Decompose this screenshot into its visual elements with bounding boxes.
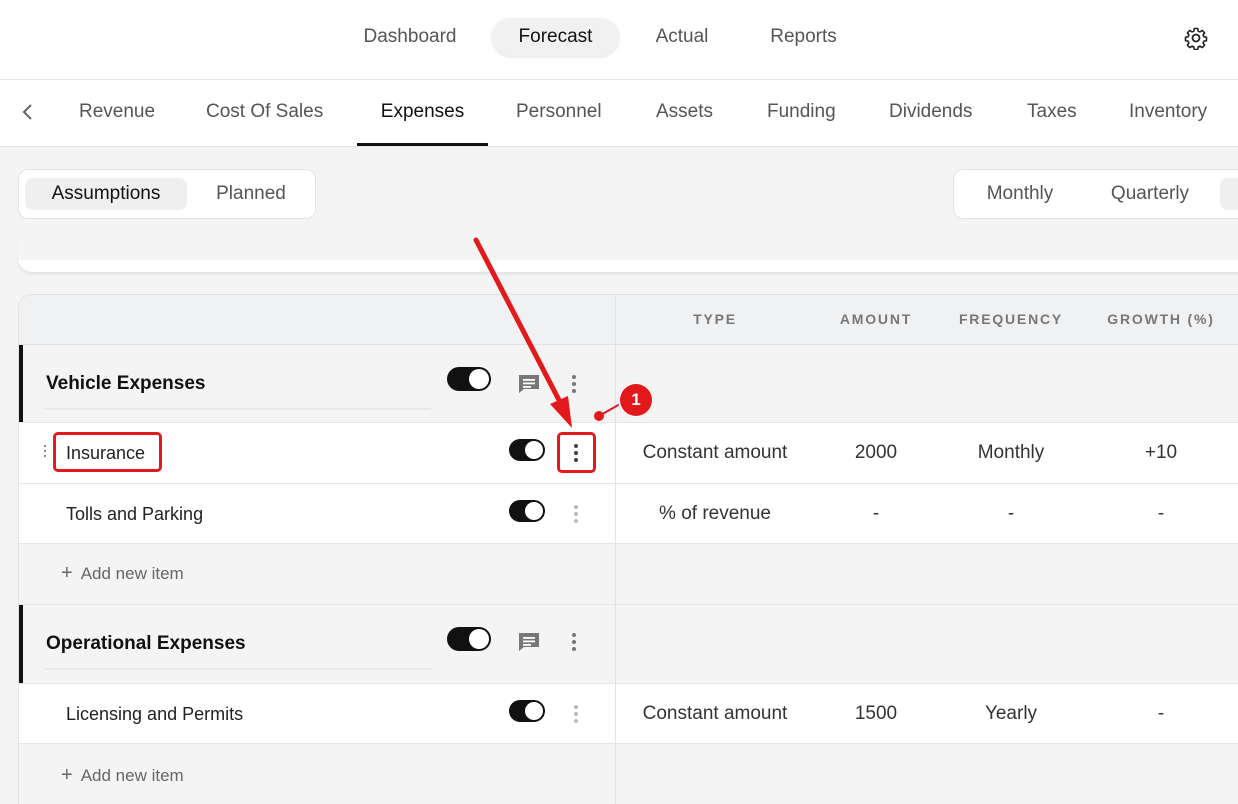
tab-actual[interactable]: Actual bbox=[640, 18, 724, 56]
period-toggle: Monthly Quarterly bbox=[953, 169, 1238, 219]
plus-icon: + bbox=[61, 562, 73, 584]
item-amount[interactable]: - bbox=[819, 503, 933, 525]
comment-icon[interactable] bbox=[517, 373, 541, 395]
toggle-quarterly[interactable]: Quarterly bbox=[1094, 178, 1206, 210]
item-amount[interactable]: 1500 bbox=[819, 703, 933, 725]
highlight-item-menu bbox=[557, 432, 596, 473]
column-amount: AMOUNT bbox=[839, 311, 913, 327]
item-growth[interactable]: - bbox=[1099, 503, 1223, 525]
toggle-more-option[interactable] bbox=[1220, 178, 1238, 210]
column-type: TYPE bbox=[693, 311, 737, 327]
item-frequency[interactable]: - bbox=[949, 503, 1073, 525]
step-badge: 1 bbox=[618, 382, 654, 418]
group-menu-icon[interactable] bbox=[564, 631, 584, 653]
group-indicator bbox=[19, 345, 23, 422]
toggle-planned[interactable]: Planned bbox=[197, 178, 305, 210]
group-toggle[interactable] bbox=[447, 367, 491, 391]
chevron-left-icon[interactable] bbox=[18, 100, 38, 124]
tab-personnel[interactable]: Personnel bbox=[516, 80, 602, 146]
group-name[interactable]: Vehicle Expenses bbox=[46, 373, 206, 395]
tab-expenses[interactable]: Expenses bbox=[357, 80, 488, 146]
tab-funding[interactable]: Funding bbox=[767, 80, 836, 146]
group-menu-icon[interactable] bbox=[564, 373, 584, 395]
add-new-item-label: Add new item bbox=[80, 564, 184, 583]
drag-handle-icon[interactable] bbox=[44, 445, 50, 461]
tab-inventory[interactable]: Inventory bbox=[1129, 80, 1207, 146]
item-growth[interactable]: - bbox=[1099, 703, 1223, 725]
item-frequency[interactable]: Yearly bbox=[949, 703, 1073, 725]
item-type[interactable]: Constant amount bbox=[629, 703, 801, 725]
section-tabs: Revenue Cost Of Sales Expenses Personnel… bbox=[0, 80, 1238, 147]
top-navigation: Dashboard Forecast Actual Reports bbox=[0, 0, 1238, 80]
item-growth[interactable]: +10 bbox=[1099, 442, 1223, 464]
add-item-row: + Add new item bbox=[19, 544, 1238, 605]
table-row[interactable]: Insurance Constant amount 2000 Monthly +… bbox=[19, 423, 1238, 484]
table-header: TYPE AMOUNT FREQUENCY GROWTH (%) bbox=[19, 295, 1238, 345]
add-new-item-label: Add new item bbox=[80, 766, 184, 785]
card-edge-cover bbox=[18, 234, 1238, 260]
annotation-dot bbox=[594, 411, 604, 421]
group-indicator bbox=[19, 605, 23, 683]
highlight-insurance bbox=[53, 432, 162, 472]
table-row[interactable]: Tolls and Parking % of revenue - - - bbox=[19, 484, 1238, 544]
expenses-table: TYPE AMOUNT FREQUENCY GROWTH (%) Vehicle… bbox=[18, 294, 1238, 804]
item-amount[interactable]: 2000 bbox=[819, 442, 933, 464]
column-frequency: FREQUENCY bbox=[958, 311, 1064, 327]
item-type[interactable]: % of revenue bbox=[629, 503, 801, 525]
add-item-row: + Add new item bbox=[19, 744, 1238, 804]
toggle-monthly[interactable]: Monthly bbox=[968, 178, 1072, 210]
tab-reports[interactable]: Reports bbox=[756, 18, 851, 56]
item-menu-icon[interactable] bbox=[566, 703, 586, 725]
tab-revenue[interactable]: Revenue bbox=[79, 80, 155, 146]
add-new-item-button[interactable]: + Add new item bbox=[61, 562, 184, 585]
item-menu-icon[interactable] bbox=[566, 503, 586, 525]
item-toggle[interactable] bbox=[509, 500, 545, 522]
add-new-item-button[interactable]: + Add new item bbox=[61, 764, 184, 787]
item-toggle[interactable] bbox=[509, 439, 545, 461]
column-divider bbox=[615, 295, 616, 804]
column-growth: GROWTH (%) bbox=[1107, 311, 1215, 327]
view-toggle: Assumptions Planned bbox=[18, 169, 316, 219]
group-toggle[interactable] bbox=[447, 627, 491, 651]
tab-dashboard[interactable]: Dashboard bbox=[348, 18, 472, 56]
tab-dividends[interactable]: Dividends bbox=[889, 80, 972, 146]
tab-taxes[interactable]: Taxes bbox=[1027, 80, 1077, 146]
comment-icon[interactable] bbox=[517, 631, 541, 653]
group-name[interactable]: Operational Expenses bbox=[46, 633, 246, 655]
table-row[interactable]: Licensing and Permits Constant amount 15… bbox=[19, 684, 1238, 744]
plus-icon: + bbox=[61, 764, 73, 786]
item-name[interactable]: Licensing and Permits bbox=[66, 704, 243, 725]
tab-forecast[interactable]: Forecast bbox=[492, 18, 619, 56]
item-frequency[interactable]: Monthly bbox=[949, 442, 1073, 464]
tab-assets[interactable]: Assets bbox=[656, 80, 713, 146]
item-type[interactable]: Constant amount bbox=[629, 442, 801, 464]
tab-cost-of-sales[interactable]: Cost Of Sales bbox=[206, 80, 323, 146]
toggle-assumptions[interactable]: Assumptions bbox=[25, 178, 187, 210]
item-toggle[interactable] bbox=[509, 700, 545, 722]
group-row: Operational Expenses bbox=[19, 605, 1238, 684]
gear-icon[interactable] bbox=[1184, 26, 1208, 50]
item-name[interactable]: Tolls and Parking bbox=[66, 504, 203, 525]
